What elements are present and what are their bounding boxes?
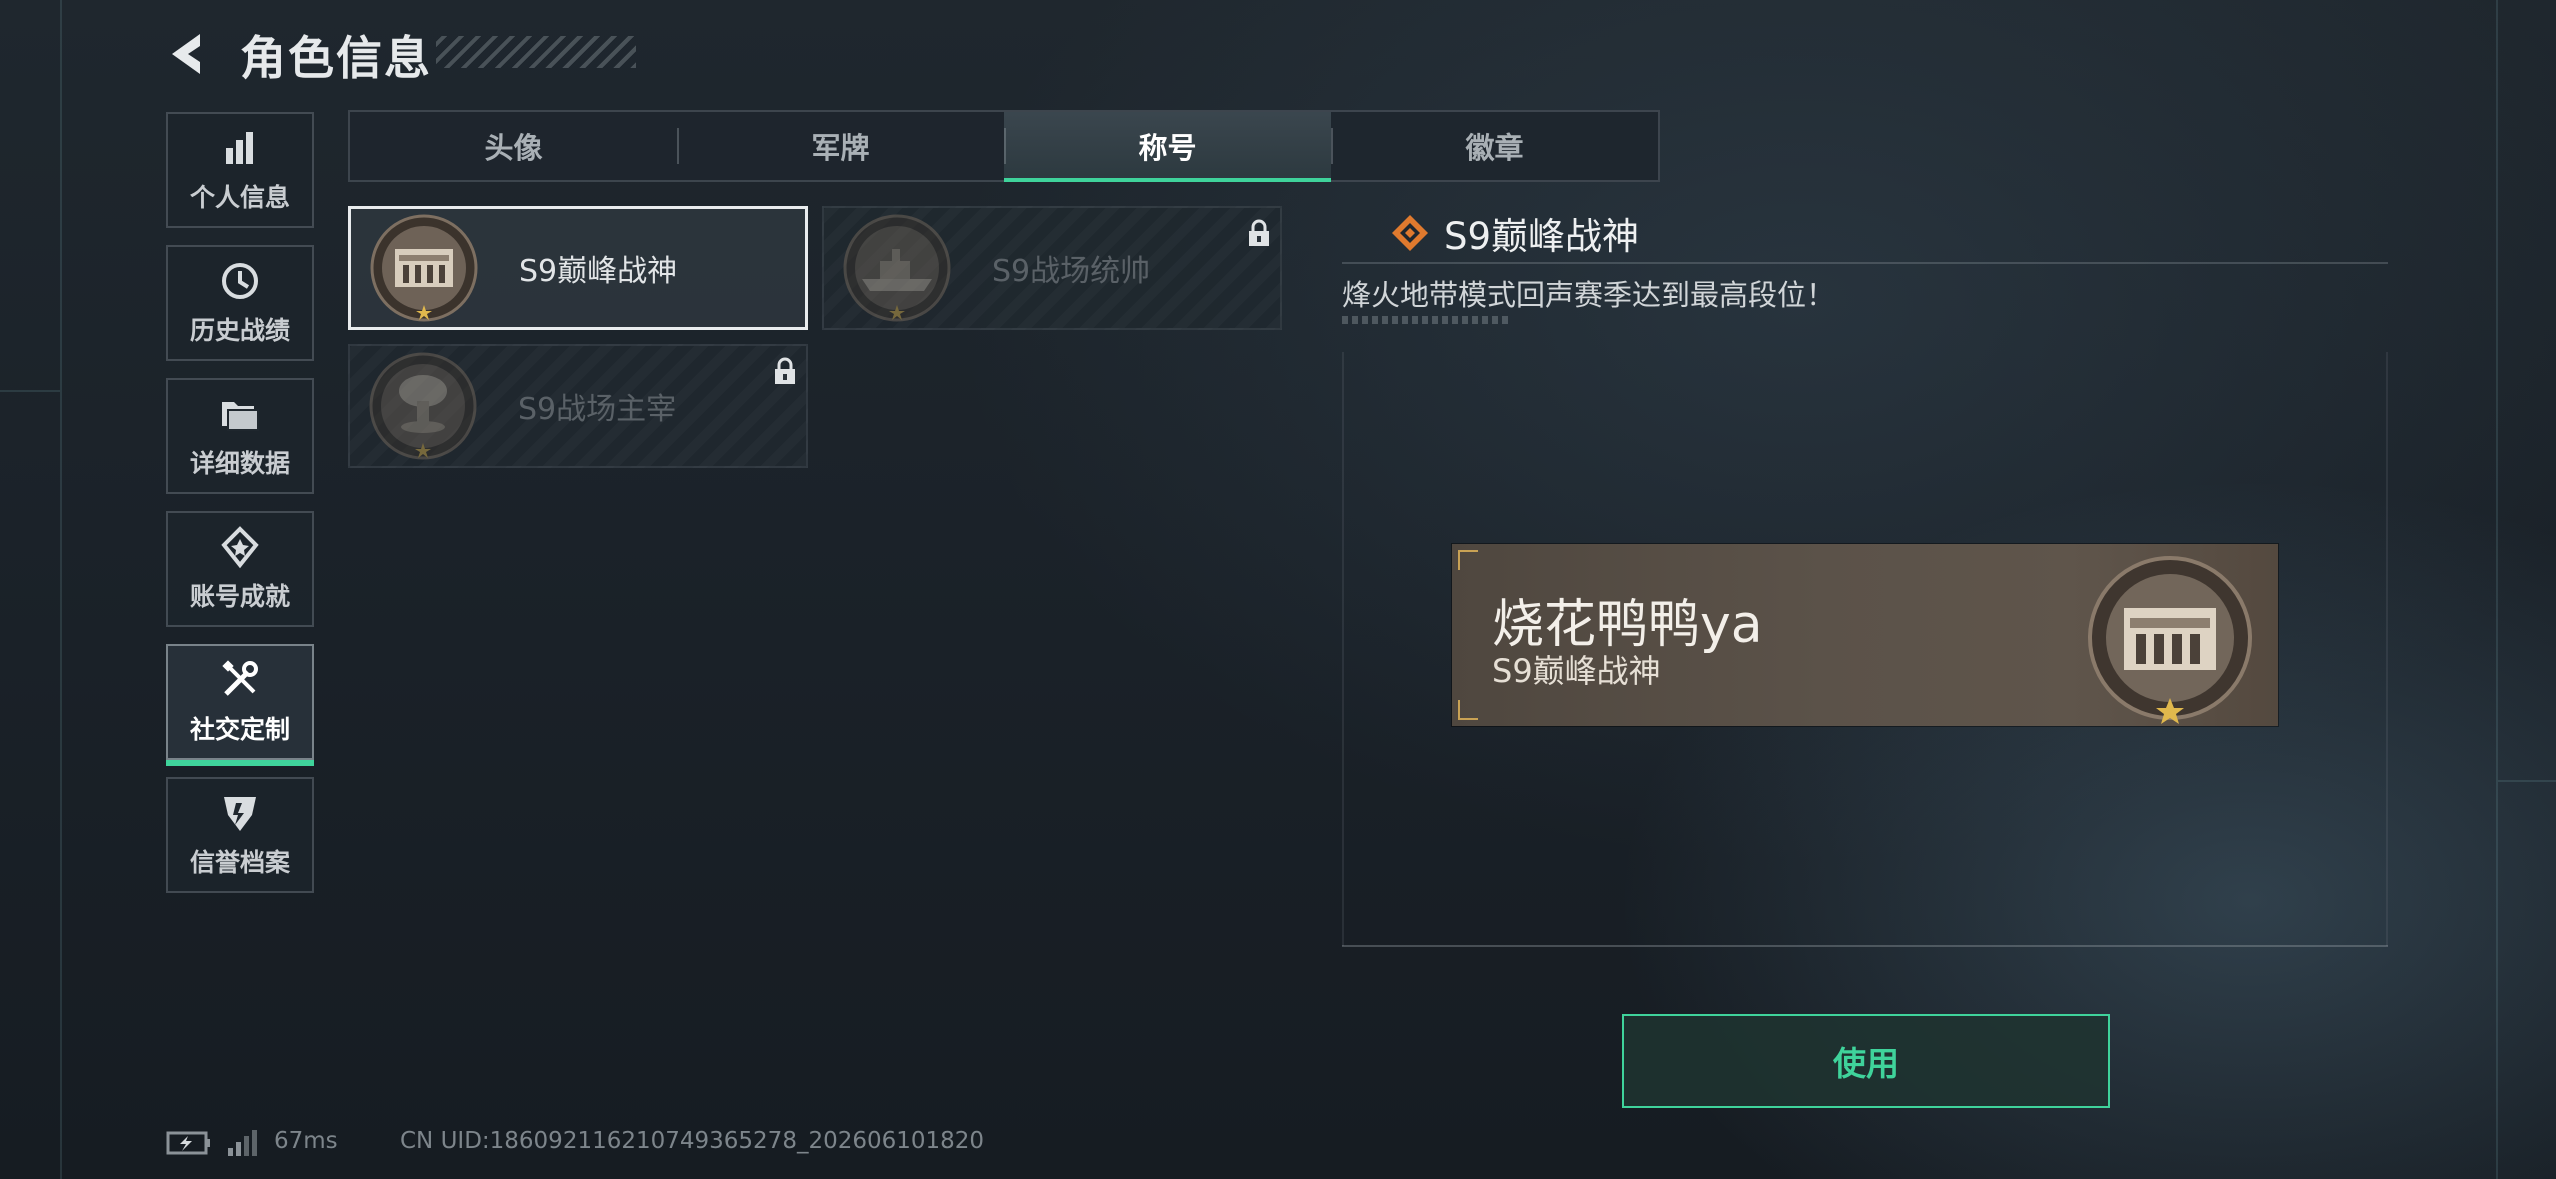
- sidebar-item-social-custom[interactable]: 社交定制: [166, 644, 314, 766]
- history-clock-icon: [222, 263, 258, 299]
- plate-corner: [1458, 700, 1478, 720]
- title-card[interactable]: S9战场统帅: [822, 206, 1282, 330]
- diamond-icon: [1392, 215, 1428, 251]
- plate-corner: [1458, 550, 1478, 570]
- title-card-name: S9战场统帅: [992, 254, 1151, 289]
- sidebar-item-label: 历史战绩: [189, 316, 290, 345]
- fortress-emblem-icon: [2088, 556, 2252, 724]
- category-tabs: 头像 军牌 称号 徽章: [348, 110, 1660, 182]
- sidebar-item-label: 信誉档案: [189, 848, 290, 877]
- title-decoration: [436, 36, 636, 68]
- detail-subtext-decoration: [1342, 316, 1508, 324]
- title-card-name: S9战场主宰: [518, 392, 677, 427]
- detail-title: S9巅峰战神: [1390, 206, 1639, 260]
- sidebar-item-achievements[interactable]: 账号成就: [166, 511, 314, 627]
- sidebar-item-label: 账号成就: [189, 582, 290, 611]
- detail-description: 烽火地带模式回声赛季达到最高段位！: [1342, 278, 1836, 312]
- battery-icon: [166, 1131, 210, 1155]
- use-button[interactable]: 使用: [1622, 1014, 2110, 1108]
- sidebar-item-label: 社交定制: [189, 715, 290, 744]
- tools-icon: [222, 660, 258, 696]
- page-title: 角色信息: [240, 31, 432, 85]
- lock-icon: [1249, 219, 1269, 246]
- divider: [1342, 262, 2388, 264]
- title-card[interactable]: S9巅峰战神: [348, 206, 808, 330]
- sidebar-item-label: 个人信息: [189, 183, 290, 212]
- mushroom-cloud-emblem-icon: [369, 352, 477, 460]
- uid-text: CN UID:18609211621074936527​8_2026061018…: [400, 1128, 985, 1154]
- title-card[interactable]: S9战场主宰: [348, 344, 808, 468]
- sidebar-item-label: 详细数据: [189, 449, 290, 478]
- sidebar-item-detailed-data[interactable]: 详细数据: [166, 378, 314, 494]
- tab-badge[interactable]: 徽章: [1331, 112, 1658, 180]
- credit-shield-icon: [224, 797, 256, 831]
- divider: [1342, 945, 2388, 947]
- lock-icon: [775, 357, 795, 384]
- sidebar-item-personal-info[interactable]: 个人信息: [166, 112, 314, 228]
- folder-icon: [222, 402, 259, 431]
- signal-icon: [228, 1130, 257, 1156]
- tab-avatar[interactable]: 头像: [350, 112, 677, 180]
- tab-dog-tag[interactable]: 军牌: [677, 112, 1004, 180]
- ping-text: 67ms: [274, 1128, 338, 1154]
- detail-title-text: S9巅峰战神: [1444, 215, 1640, 258]
- bar-chart-icon: [226, 132, 253, 164]
- title-card-name: S9巅峰战神: [519, 254, 678, 289]
- player-title: S9巅峰战神: [1492, 652, 1661, 690]
- tab-title[interactable]: 称号: [1004, 112, 1331, 182]
- fortress-emblem-icon: [370, 214, 478, 322]
- warship-emblem-icon: [843, 214, 951, 322]
- sidebar-item-credit-record[interactable]: 信誉档案: [166, 777, 314, 893]
- back-arrow-icon[interactable]: [160, 26, 216, 82]
- achievement-badge-icon: [221, 526, 259, 569]
- sidebar-item-history[interactable]: 历史战绩: [166, 245, 314, 361]
